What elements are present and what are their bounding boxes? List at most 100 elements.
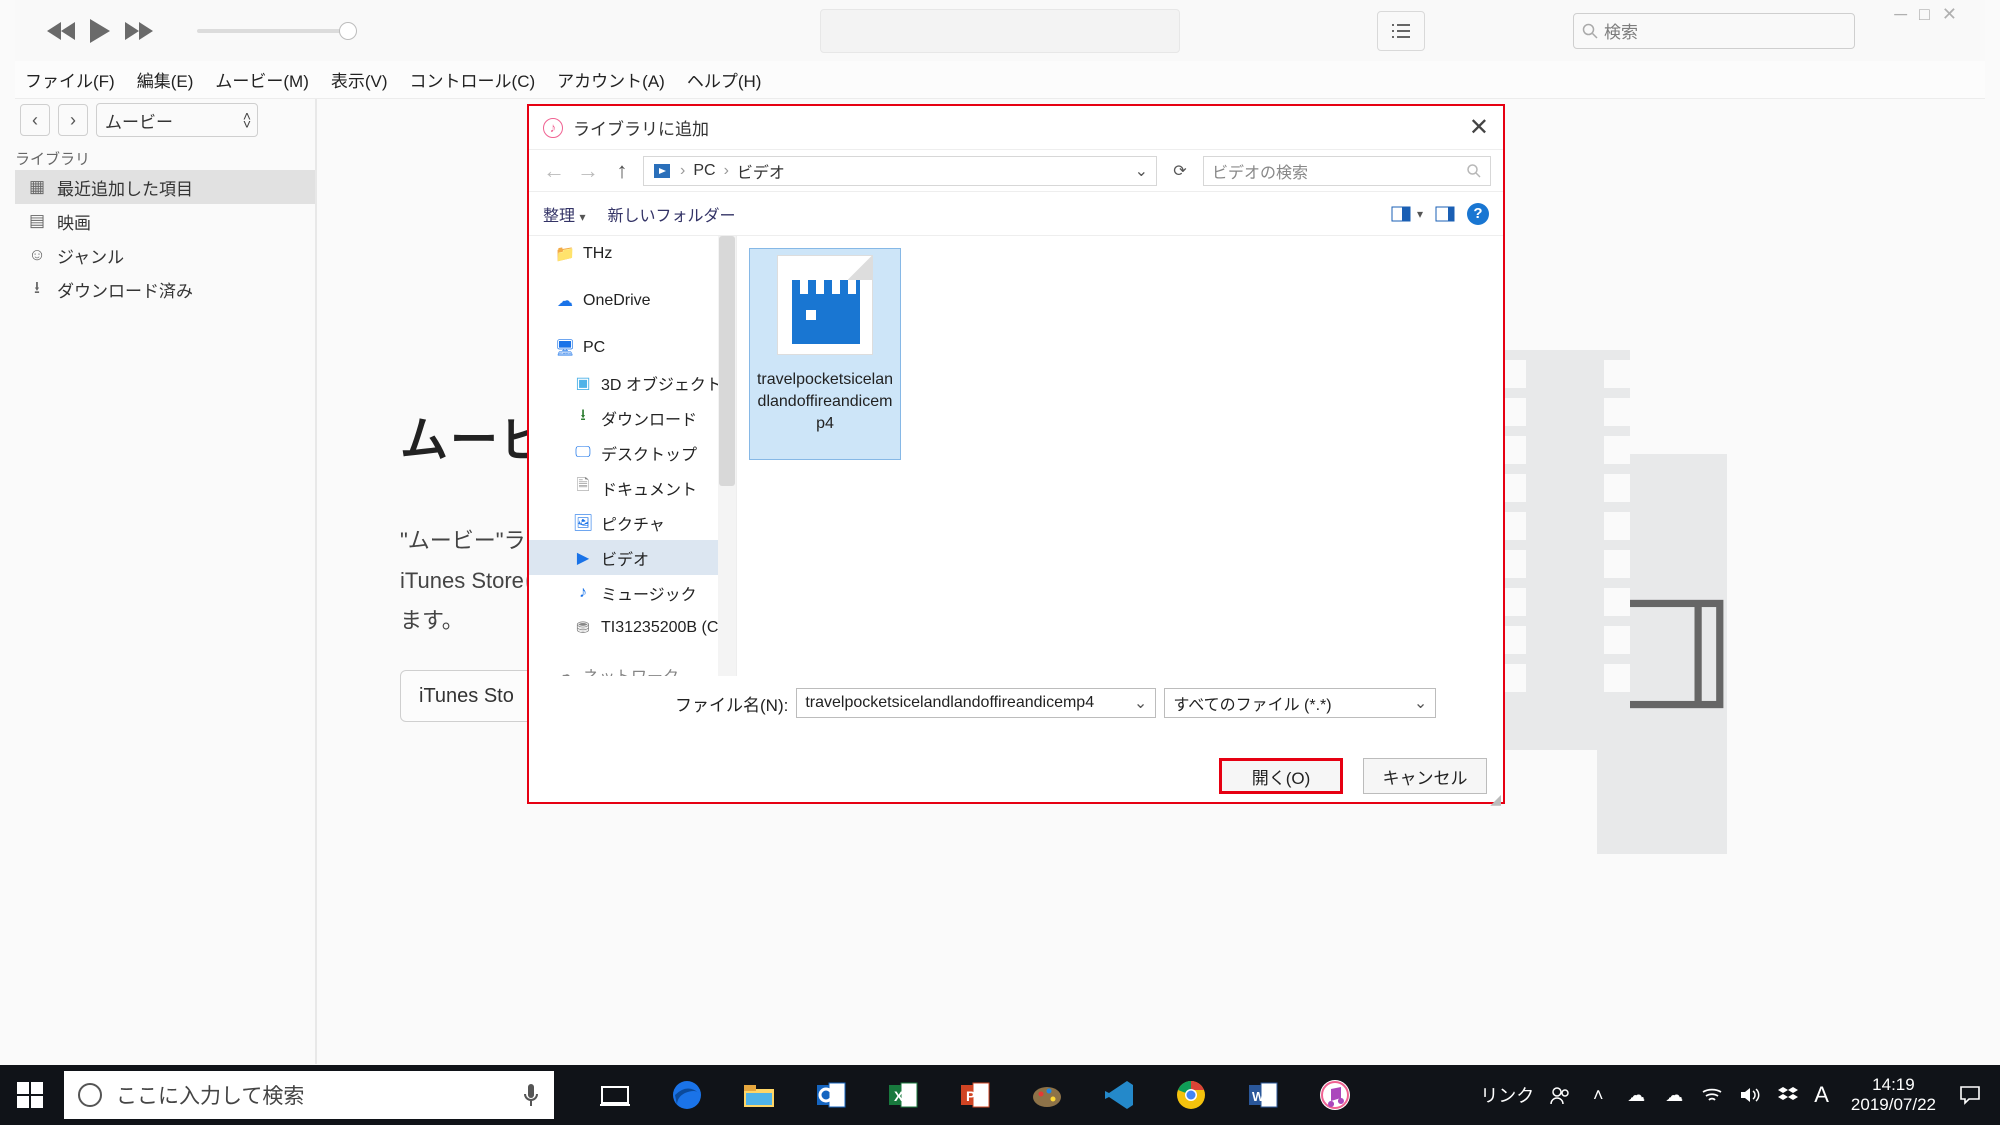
new-folder-button[interactable]: 新しいフォルダー [608,202,736,226]
cortana-search[interactable]: ここに入力して検索 [64,1071,554,1119]
close-button[interactable]: ✕ [1942,4,1957,25]
sidebar-item-movies[interactable]: ▤ 映画 [15,204,315,238]
filename-input[interactable]: travelpocketsicelandlandoffireandicemp4 … [796,688,1156,718]
nav-back[interactable]: ← [541,158,567,184]
view-mode-button[interactable]: ▾ [1391,206,1423,222]
chevron-down-icon[interactable]: ⌄ [1414,693,1427,713]
tree-music[interactable]: ♪ミュージック [529,575,736,610]
action-center-icon[interactable] [1958,1083,1982,1107]
nav-back-button[interactable]: ‹ [20,104,50,136]
paint-icon[interactable] [1026,1074,1068,1116]
tree-pc[interactable]: 🖥PC [529,330,736,365]
sidebar-item-downloaded[interactable]: ⭳ ダウンロード済み [15,272,315,306]
tree-onedrive[interactable]: ☁OneDrive [529,283,736,318]
people-icon[interactable] [1548,1083,1572,1107]
next-button[interactable] [119,12,157,50]
minimize-button[interactable]: ─ [1894,4,1907,25]
file-tile[interactable]: travelpocketsicelandlandoffireandicemp4 [749,248,901,460]
tree-cdrive[interactable]: ⛃ TI31235200B (C:) [529,610,736,645]
filetype-filter[interactable]: すべてのファイル (*.*) ⌄ [1164,688,1436,718]
grid-icon: ▦ [27,177,47,197]
tree-scrollbar[interactable] [718,236,736,676]
volume-icon[interactable] [1738,1083,1762,1107]
prev-button[interactable] [43,12,81,50]
tree-label: ダウンロード [601,406,697,430]
menu-help[interactable]: ヘルプ(H) [679,61,770,98]
cortana-ring-icon [78,1083,102,1107]
outlook-icon[interactable] [810,1074,852,1116]
play-button[interactable] [81,12,119,50]
nav-forward-button[interactable]: › [58,104,88,136]
itunes-icon: ♪ [543,118,563,138]
tree-downloads[interactable]: ⭳ダウンロード [529,400,736,435]
tree-desktop[interactable]: 🖵デスクトップ [529,435,736,470]
nav-up[interactable]: ↑ [609,158,635,184]
chevron-down-icon[interactable]: ⌄ [1134,693,1147,713]
file-pane[interactable]: travelpocketsicelandlandoffireandicemp4 [737,236,1503,676]
filter-value: すべてのファイル (*.*) [1173,691,1331,715]
file-dialog: ♪ ライブラリに追加 ✕ ← → ↑ › PC › ビデオ ⌄ ⟳ ビデオの検索… [527,104,1505,804]
task-view-icon[interactable] [594,1074,636,1116]
cancel-button[interactable]: キャンセル [1363,758,1487,794]
menu-movie[interactable]: ムービー(M) [207,61,316,98]
open-button[interactable]: 開く(O) [1219,758,1343,794]
sidebar-item-genre[interactable]: ☺ ジャンル [15,238,315,272]
updown-icon: ˄˅ [243,112,251,128]
nav-forward[interactable]: → [575,158,601,184]
tree-pictures[interactable]: 🖼ピクチャ [529,505,736,540]
menu-account[interactable]: アカウント(A) [549,61,673,98]
ime-indicator[interactable]: A [1814,1082,1829,1108]
breadcrumb[interactable]: › PC › ビデオ ⌄ [643,156,1157,186]
onedrive-tray-icon-2[interactable]: ☁ [1662,1083,1686,1107]
vscode-icon[interactable] [1098,1074,1140,1116]
itunes-taskbar-icon[interactable] [1314,1074,1356,1116]
volume-slider[interactable] [197,29,357,33]
tree-documents[interactable]: 🗎ドキュメント [529,470,736,505]
tray-link[interactable]: リンク [1480,1082,1534,1108]
organize-button[interactable]: 整理 ▾ [543,202,586,226]
tree-network[interactable]: ☁ネットワーク [529,657,736,676]
tree-3d[interactable]: ▣3D オブジェクト [529,365,736,400]
tree-videos[interactable]: ▶ビデオ [529,540,736,575]
list-view-button[interactable] [1377,11,1425,51]
explorer-icon[interactable] [738,1074,780,1116]
help-icon[interactable]: ? [1467,203,1489,225]
breadcrumb-folder[interactable]: ビデオ [737,159,785,183]
menu-edit[interactable]: 編集(E) [129,61,202,98]
excel-icon[interactable]: X [882,1074,924,1116]
wifi-icon[interactable] [1700,1083,1724,1107]
thumbnails-icon [1391,206,1411,222]
onedrive-tray-icon[interactable]: ☁ [1624,1083,1648,1107]
refresh-button[interactable]: ⟳ [1165,156,1195,186]
nav-row: ‹ › ムービー ˄˅ [15,99,315,141]
chrome-icon[interactable] [1170,1074,1212,1116]
edge-icon[interactable] [666,1074,708,1116]
menu-file[interactable]: ファイル(F) [17,61,123,98]
dropbox-icon[interactable] [1776,1083,1800,1107]
system-tray: リンク ˄ ☁ ☁ A 14:19 2019/07/22 [1480,1075,2000,1115]
drive-icon: ⛃ [573,618,593,638]
powerpoint-icon[interactable]: P [954,1074,996,1116]
breadcrumb-dropdown[interactable]: ⌄ [1135,161,1148,181]
tree-label: PC [583,339,605,357]
tree-label: TI31235200B (C:) [601,619,728,637]
breadcrumb-pc[interactable]: PC [693,162,715,180]
dialog-search-input[interactable]: ビデオの検索 [1203,156,1491,186]
preview-pane-button[interactable] [1435,206,1455,222]
chevron-up-icon[interactable]: ˄ [1586,1083,1610,1107]
word-icon[interactable]: W [1242,1074,1284,1116]
maximize-button[interactable]: □ [1919,4,1930,25]
menu-view[interactable]: 表示(V) [323,61,396,98]
itunes-store-button[interactable]: iTunes Sto [400,670,533,722]
dialog-close-button[interactable]: ✕ [1469,113,1489,142]
resize-grip[interactable]: ◢ [1490,794,1501,804]
start-button[interactable] [0,1065,60,1125]
clock[interactable]: 14:19 2019/07/22 [1851,1075,1936,1115]
menu-control[interactable]: コントロール(C) [402,61,544,98]
taskbar-apps: X P W [594,1074,1356,1116]
sidebar-item-recent[interactable]: ▦ 最近追加した項目 [15,170,315,204]
tree-thz[interactable]: 📁THz [529,236,736,271]
search-input[interactable]: 検索 [1573,13,1855,49]
library-selector[interactable]: ムービー ˄˅ [96,103,258,137]
folder-icon: 📁 [555,244,575,264]
